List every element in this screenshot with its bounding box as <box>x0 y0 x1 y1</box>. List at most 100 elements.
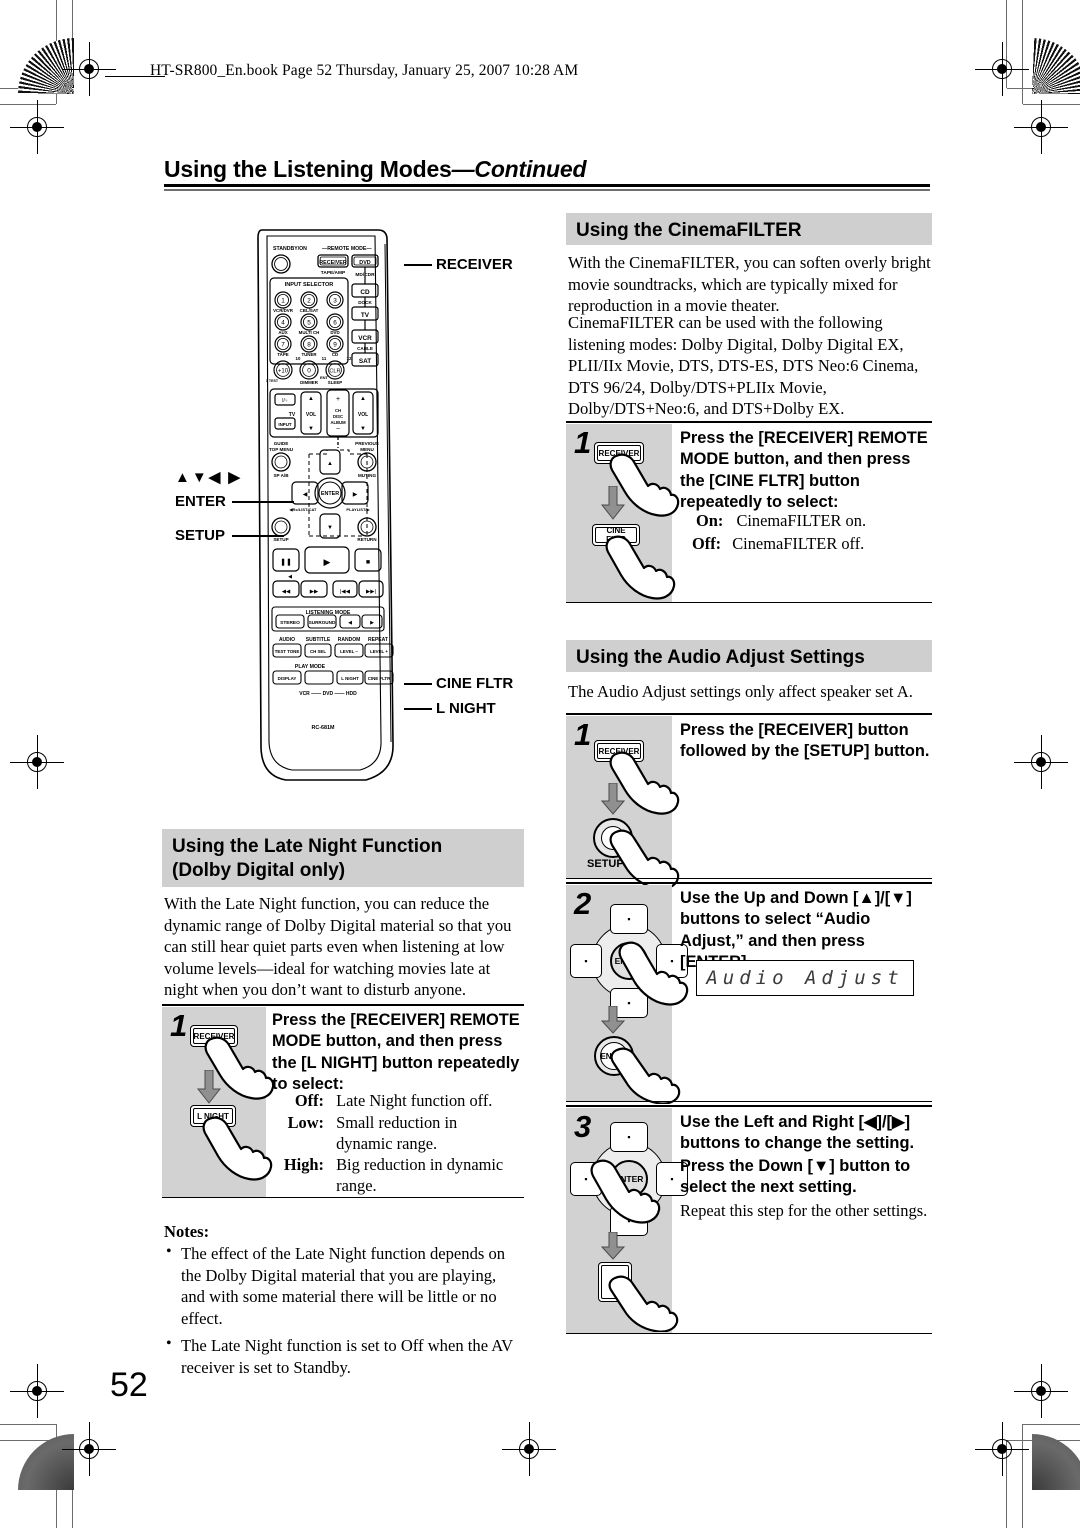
svg-text:+: + <box>336 396 340 403</box>
late-night-step1-option-off: Off: Late Night function off. <box>276 1090 524 1111</box>
svg-text:RANDOM: RANDOM <box>338 637 361 643</box>
callout-dpad: ▲▼◀ ▶ <box>175 469 242 486</box>
notes-list: The effect of the Late Night function de… <box>164 1242 522 1384</box>
svg-text:TOP MENU: TOP MENU <box>269 447 294 452</box>
print-fan-mark-bottom-left <box>18 1434 74 1490</box>
svg-text:PLAYLIST/▶: PLAYLIST/▶ <box>346 507 370 512</box>
leader-cine-fltr <box>404 683 432 685</box>
heading-late-night: Using the Late Night Function (Dolby Dig… <box>162 829 524 887</box>
svg-text:VOL: VOL <box>306 412 316 418</box>
svg-text:AUDIO: AUDIO <box>279 637 295 643</box>
svg-text:−: − <box>336 426 340 433</box>
svg-text:LISTENING MODE: LISTENING MODE <box>306 610 351 616</box>
cinemafilter-step1-rule-bottom <box>566 602 932 604</box>
page-title-main: Using the Listening Modes <box>164 156 452 182</box>
crop-line-top-left-h2 <box>0 104 56 106</box>
callout-l-night: L NIGHT <box>436 700 496 717</box>
svg-text:TV: TV <box>361 312 370 319</box>
option-term: High: <box>283 1155 324 1174</box>
svg-text:CH SEL: CH SEL <box>310 649 326 654</box>
option-desc: Small reduction in dynamic range. <box>336 1113 458 1154</box>
leader-setup <box>232 535 284 537</box>
heading-late-night-line2: (Dolby Digital only) <box>172 859 346 881</box>
page-title: Using the Listening Modes—Continued <box>164 156 587 183</box>
svg-text:RETURN: RETURN <box>357 537 377 542</box>
cinemafilter-paragraph-1: With the CinemaFILTER, you can soften ov… <box>568 253 931 316</box>
svg-text:■: ■ <box>366 559 370 566</box>
print-fan-mark-top-left <box>18 38 74 94</box>
registration-mark-right-middle <box>1014 735 1068 789</box>
option-desc: CinemaFILTER off. <box>732 534 865 553</box>
svg-text:STANDBY/ON: STANDBY/ON <box>273 246 307 252</box>
late-night-step1-heading: Press the [RECEIVER] REMOTE MODE button,… <box>272 1011 520 1093</box>
svg-text:◀: ◀ <box>303 492 308 498</box>
svg-text:▶: ▶ <box>353 492 358 498</box>
svg-text:CABLE: CABLE <box>357 346 373 351</box>
registration-mark-top-right <box>975 42 1029 96</box>
svg-text:ENT: ENT <box>320 375 329 380</box>
svg-text:◀: ◀ <box>288 574 292 580</box>
audio-adjust-step2-flow-arrow <box>600 1005 626 1039</box>
svg-text:▲: ▲ <box>327 461 333 467</box>
svg-text:DIMMER: DIMMER <box>300 380 319 385</box>
svg-text:CBL/SAT: CBL/SAT <box>300 308 319 313</box>
dpad-up-button: ▪ <box>610 904 648 934</box>
audio-adjust-display-text: Audio Adjust <box>706 967 904 989</box>
svg-text:▶▶: ▶▶ <box>310 589 319 595</box>
cinemafilter-step1-number: 1 <box>574 425 592 460</box>
late-night-step1-option-low: Low: Small reduction in dynamic range. <box>276 1112 524 1155</box>
cinemafilter-step1-flow-arrow <box>600 485 626 525</box>
cinemafilter-step1-option-off: Off: CinemaFILTER off. <box>692 533 932 554</box>
svg-text:▶: ▶ <box>324 557 331 567</box>
heading-audio-adjust: Using the Audio Adjust Settings <box>566 640 932 672</box>
option-term: Off: <box>692 534 722 553</box>
svg-text:DOCK: DOCK <box>358 300 372 305</box>
registration-mark-left-lower <box>10 1364 64 1418</box>
svg-text:7: 7 <box>281 342 285 349</box>
svg-text:LEVEL –: LEVEL – <box>340 649 358 654</box>
option-term: Low: <box>287 1113 324 1132</box>
note-item: The effect of the Late Night function de… <box>164 1242 522 1329</box>
svg-text:▼: ▼ <box>308 426 314 432</box>
registration-mark-right-upper <box>1014 100 1068 154</box>
callout-setup: SETUP <box>175 527 226 544</box>
leader-enter <box>232 501 294 503</box>
svg-text:SETUP: SETUP <box>273 537 288 542</box>
svg-text:GUIDE: GUIDE <box>274 441 289 446</box>
registration-mark-right-lower <box>1014 1364 1068 1418</box>
svg-text:TUNER: TUNER <box>301 352 317 357</box>
registration-mark-bottom-left <box>62 1422 116 1476</box>
crop-line-bottom-right-h2 <box>1023 1424 1080 1426</box>
crop-line-top-right-h2 <box>1023 104 1080 106</box>
svg-text:DISPLAY: DISPLAY <box>278 676 297 681</box>
svg-text:CLR: CLR <box>329 369 340 375</box>
audio-adjust-step3-hand-top <box>589 1158 665 1231</box>
print-fan-mark-top-right <box>1032 38 1080 94</box>
svg-text:INPUT SELECTOR: INPUT SELECTOR <box>285 282 334 288</box>
late-night-paragraph: With the Late Night function, you can re… <box>164 894 512 1000</box>
svg-text:MENU: MENU <box>360 447 374 452</box>
audio-adjust-step3-flow-arrow <box>600 1231 626 1265</box>
svg-text:DVD: DVD <box>330 330 339 335</box>
remote-control-illustration: STANDBY/ON —REMOTE MODE— RECEIVER DVD TA… <box>248 224 413 794</box>
notes-label: Notes: <box>164 1222 210 1241</box>
audio-adjust-step1-heading: Press the [RECEIVER] button followed by … <box>680 721 930 761</box>
svg-text:0: 0 <box>307 368 311 375</box>
svg-text:❚❚: ❚❚ <box>280 558 292 566</box>
svg-text:SAT: SAT <box>359 358 371 365</box>
svg-text:—REMOTE MODE—: —REMOTE MODE— <box>322 246 372 252</box>
heading-late-night-line1: Using the Late Night Function <box>172 836 443 857</box>
option-desc: CinemaFILTER on. <box>736 511 867 530</box>
svg-text:TEST TONE: TEST TONE <box>275 649 300 654</box>
option-desc: Big reduction in dynamic range. <box>336 1155 504 1196</box>
svg-text:+10: +10 <box>278 369 289 375</box>
registration-mark-bottom-center <box>502 1422 556 1476</box>
audio-adjust-step3-body: Repeat this step for the other settings. <box>680 1201 928 1220</box>
svg-text:CH: CH <box>335 408 341 413</box>
cinemafilter-step1-option-on: On: CinemaFILTER on. <box>696 510 932 531</box>
svg-text:TAPE/AMP: TAPE/AMP <box>321 270 346 276</box>
audio-adjust-step3-rule-bottom <box>566 1333 932 1335</box>
svg-text:DVD: DVD <box>359 260 370 266</box>
svg-text:TAPE: TAPE <box>277 352 288 357</box>
registration-mark-left-middle <box>10 735 64 789</box>
